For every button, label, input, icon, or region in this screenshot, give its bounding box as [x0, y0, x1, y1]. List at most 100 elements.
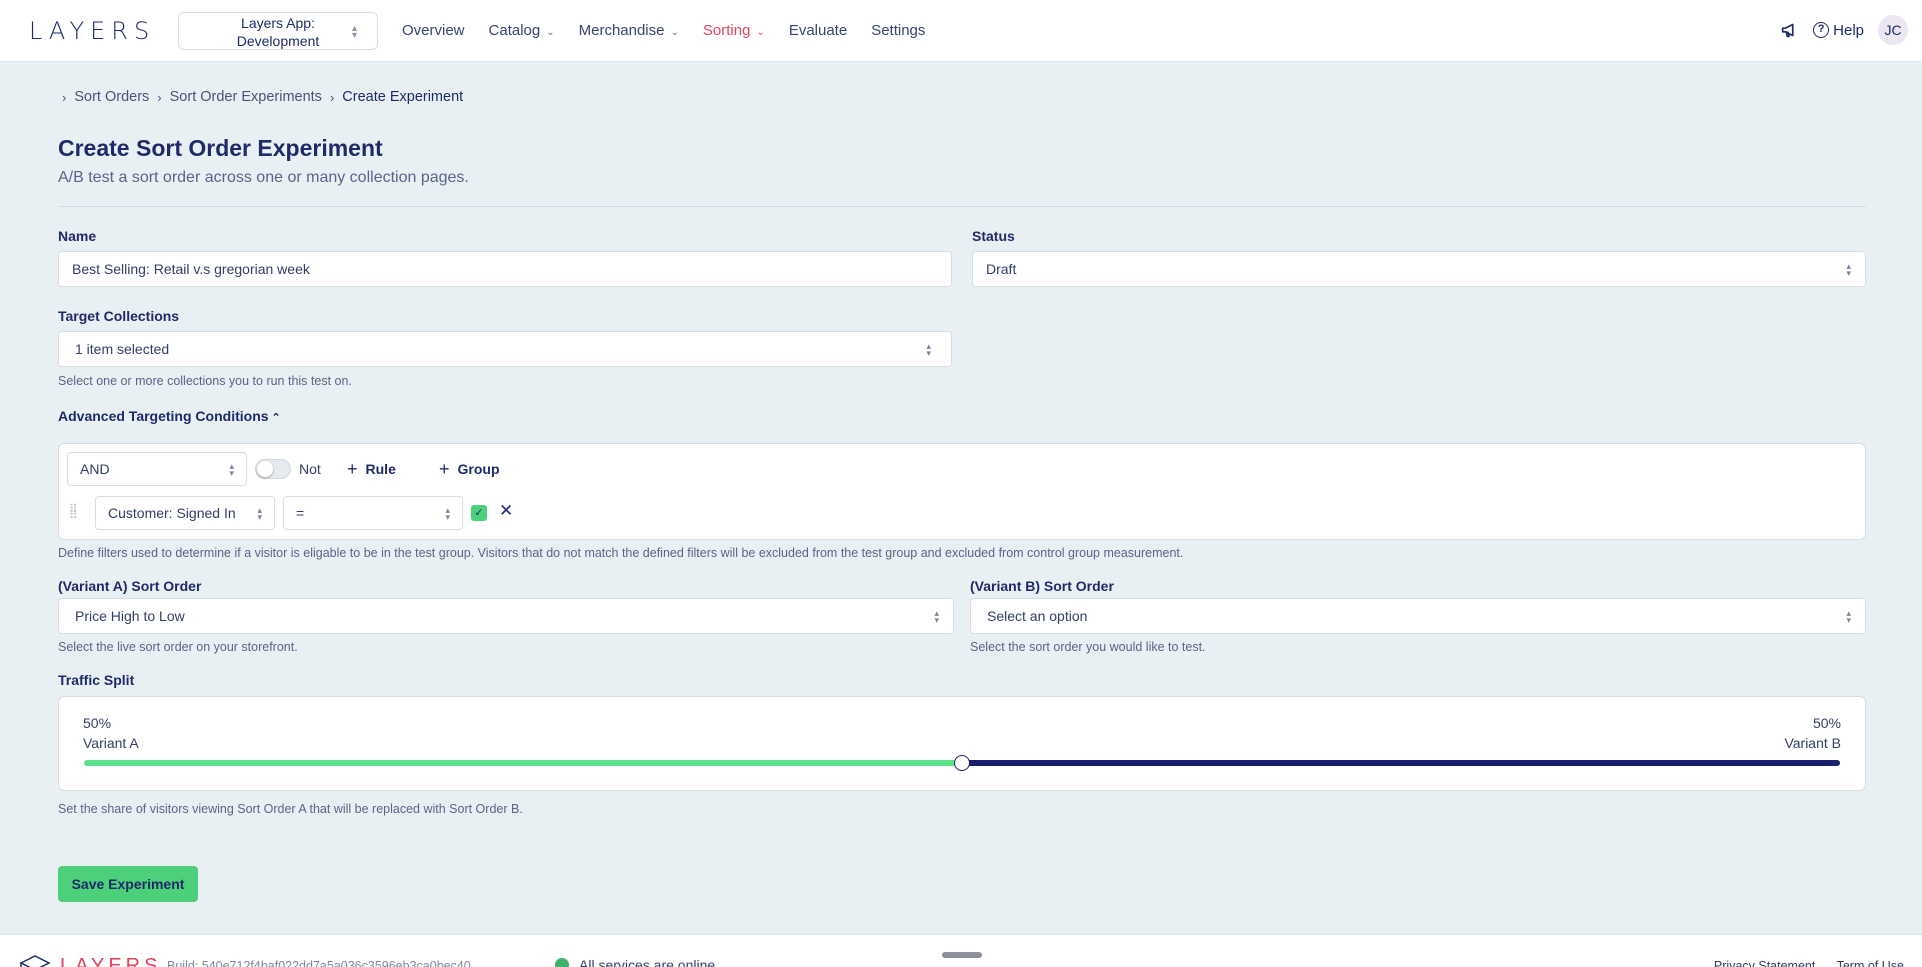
- combinator-select[interactable]: AND ▴ ▾: [67, 452, 247, 486]
- rule-operator-select[interactable]: = ▴ ▾: [283, 496, 463, 530]
- variant-a-percent: 50%: [83, 715, 112, 731]
- nav-item-merchandise[interactable]: Merchandise ⌄: [579, 22, 679, 39]
- variant-b-percent: 50%: [1812, 715, 1841, 731]
- variant-b-track: [962, 760, 1840, 766]
- nav-item-catalog[interactable]: Catalog ⌄: [489, 22, 555, 39]
- chevron-down-icon: ⌄: [670, 27, 679, 38]
- variant-b-select[interactable]: Select an option ▴ ▾: [970, 598, 1866, 634]
- rule-value-checkbox[interactable]: ✓: [471, 505, 487, 521]
- target-collections-select[interactable]: 1 item selected ▴ ▾: [58, 331, 952, 367]
- combinator-value: AND: [80, 461, 110, 477]
- breadcrumb-sort-order-experiments[interactable]: Sort Order Experiments: [170, 89, 322, 105]
- add-group-label: Group: [457, 461, 500, 477]
- app-environment-select[interactable]: Layers App: Development ▴ ▾: [178, 12, 378, 50]
- traffic-split-slider-thumb[interactable]: [954, 755, 970, 771]
- plus-icon: +: [347, 459, 358, 479]
- nav-item-overview[interactable]: Overview: [402, 22, 465, 39]
- chevron-up-down-icon: ▴ ▾: [1846, 608, 1851, 625]
- main-nav: Overview Catalog ⌄ Merchandise ⌄ Sorting ⌄ …: [402, 22, 949, 39]
- save-experiment-button[interactable]: Save Experiment: [58, 866, 198, 902]
- app-select-line2: Development: [236, 33, 320, 49]
- privacy-statement-link[interactable]: Privacy Statement: [1714, 959, 1815, 967]
- variant-a-select[interactable]: Price High to Low ▴ ▾: [58, 598, 954, 634]
- footer: LAYERS Build: 540e712f4baf022dd7a5a036c3…: [0, 934, 1922, 967]
- user-avatar[interactable]: JC: [1878, 15, 1908, 45]
- name-input[interactable]: [58, 251, 952, 287]
- layers-cube-icon: [19, 955, 51, 967]
- advanced-targeting-toggle[interactable]: Advanced Targeting Conditions ⌃: [58, 408, 281, 424]
- question-icon: ?: [1813, 22, 1830, 38]
- target-collections-value: 1 item selected: [75, 341, 170, 357]
- add-rule-button[interactable]: + Rule: [347, 459, 396, 480]
- rule-field-value: Customer: Signed In: [108, 505, 236, 521]
- help-label: Help: [1833, 21, 1864, 39]
- chevron-right-icon: ›: [157, 89, 162, 105]
- chevron-up-down-icon: ▴ ▾: [926, 341, 931, 358]
- drag-handle-icon[interactable]: ⠿ ⠿: [69, 503, 79, 521]
- status-select[interactable]: Draft ▴ ▾: [972, 251, 1866, 287]
- megaphone-icon[interactable]: [1779, 19, 1801, 41]
- not-toggle[interactable]: [255, 459, 291, 479]
- traffic-split-help: Set the share of visitors viewing Sort O…: [58, 802, 523, 816]
- nav-label: Catalog: [488, 22, 541, 39]
- service-status[interactable]: All services are online: [555, 957, 715, 967]
- traffic-split-label: Traffic Split: [58, 672, 135, 688]
- chevron-right-icon: ›: [62, 89, 67, 105]
- name-label: Name: [58, 228, 97, 244]
- chevron-down-icon: ⌄: [546, 27, 555, 38]
- rule-field-select[interactable]: Customer: Signed In ▴ ▾: [95, 496, 275, 530]
- nav-label: Overview: [402, 22, 465, 39]
- chevron-up-down-icon: ▴ ▾: [229, 461, 234, 478]
- conditions-builder: AND ▴ ▾ Not + Rule + Group ⠿ ⠿ Customer: Sig…: [58, 443, 1866, 540]
- nav-item-settings[interactable]: Settings: [871, 22, 925, 39]
- advanced-targeting-label: Advanced Targeting Conditions: [58, 408, 269, 424]
- variant-a-label: (Variant A) Sort Order: [58, 578, 202, 594]
- toggle-knob: [257, 461, 273, 477]
- variant-b-help: Select the sort order you would like to …: [970, 640, 1206, 654]
- variant-b-value: Select an option: [987, 608, 1088, 624]
- drag-handle-bar[interactable]: [942, 952, 982, 958]
- chevron-up-down-icon: ▴ ▾: [934, 608, 939, 625]
- variant-b-name: Variant B: [1784, 735, 1841, 751]
- target-collections-label: Target Collections: [58, 308, 180, 324]
- terms-of-use-link[interactable]: Term of Use: [1837, 959, 1904, 967]
- variant-a-help: Select the live sort order on your store…: [58, 640, 298, 654]
- breadcrumb-current[interactable]: Create Experiment: [342, 89, 463, 105]
- layers-logo[interactable]: LAYERS: [29, 17, 155, 45]
- page-subtitle: A/B test a sort order across one or many…: [58, 169, 469, 186]
- nav-item-sorting[interactable]: Sorting ⌄: [703, 22, 765, 39]
- variant-a-name: Variant A: [83, 735, 139, 751]
- traffic-split-panel: 50% Variant A 50% Variant B: [58, 696, 1866, 791]
- chevron-right-icon: ›: [329, 89, 335, 105]
- nav-item-evaluate[interactable]: Evaluate: [789, 22, 847, 39]
- chevron-up-down-icon: ▴ ▾: [257, 505, 262, 522]
- service-status-text: All services are online: [579, 957, 716, 967]
- plus-icon: +: [439, 459, 450, 479]
- page-title: Create Sort Order Experiment: [58, 135, 383, 161]
- target-collections-help: Select one or more collections you to ru…: [58, 374, 352, 388]
- rule-operator-value: =: [296, 505, 305, 521]
- add-rule-label: Rule: [365, 461, 396, 477]
- build-hash: Build: 540e712f4baf022dd7a5a036c3596eb3c…: [167, 959, 471, 967]
- conditions-help: Define filters used to determine if a vi…: [58, 546, 1184, 560]
- status-value: Draft: [986, 261, 1017, 277]
- chevron-up-down-icon: ▴ ▾: [1846, 261, 1851, 278]
- help-link[interactable]: ? Help: [1813, 22, 1864, 39]
- chevron-up-icon: ⌃: [271, 412, 281, 424]
- nav-label: Sorting: [702, 22, 751, 39]
- nav-label: Evaluate: [788, 22, 848, 39]
- nav-label: Settings: [871, 22, 926, 39]
- variant-b-label: (Variant B) Sort Order: [970, 578, 1114, 594]
- divider: [58, 206, 1866, 207]
- add-group-button[interactable]: + Group: [439, 459, 500, 480]
- not-label: Not: [299, 461, 321, 477]
- breadcrumb-sort-orders[interactable]: Sort Orders: [74, 89, 149, 105]
- footer-logo-text: LAYERS: [60, 955, 162, 967]
- chevron-up-down-icon: ▴ ▾: [351, 23, 357, 41]
- app-select-line1: Layers App:: [241, 15, 315, 31]
- header-actions: ? Help JC: [1779, 15, 1908, 45]
- status-check-icon: [555, 958, 569, 967]
- footer-links: Privacy Statement Term of Use: [1714, 959, 1922, 967]
- chevron-up-down-icon: ▴ ▾: [445, 505, 450, 522]
- remove-rule-icon[interactable]: ✕: [499, 501, 513, 521]
